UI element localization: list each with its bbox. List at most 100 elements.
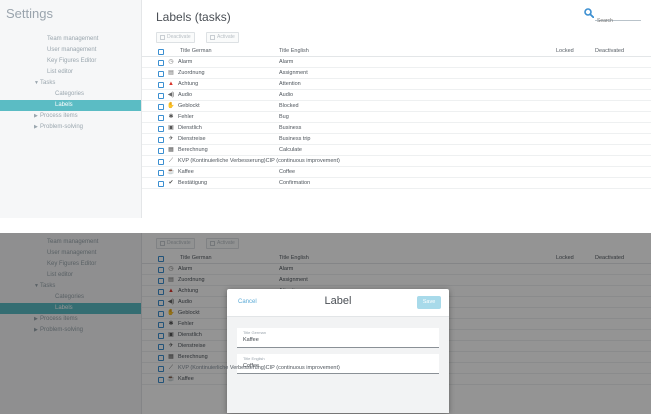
row-checkbox[interactable] (158, 126, 164, 132)
table-row[interactable]: ✱ Fehler Bug (142, 112, 651, 123)
coffee-cup-icon: ☕ (167, 169, 175, 175)
cell-title-german: Achtung (178, 81, 199, 87)
cell-title-german: KVP (Kontinuierliche Verbesserung)CIP (c… (178, 158, 340, 164)
cell-title-english: CIP (continuous improvement) (265, 158, 340, 164)
speaker-icon: ◀) (167, 92, 175, 98)
deactivate-button[interactable]: Deactivate (156, 32, 195, 43)
row-checkbox[interactable] (158, 159, 164, 165)
cell-title-english: Audio (279, 92, 294, 98)
cell-title-english: Assignment (279, 70, 308, 76)
table-row[interactable]: ⟋ KVP (Kontinuierliche Verbesserung)CIP (… (142, 156, 651, 167)
sidebar-item-label: Process items (40, 113, 78, 119)
sidebar-nav: Team management User management Key Figu… (0, 34, 141, 133)
calculator-icon: ▦ (168, 147, 174, 153)
table-row[interactable]: ◷ Alarm Alarm (142, 57, 651, 68)
row-checkbox[interactable] (158, 93, 164, 99)
cell-title-english: Alarm (279, 59, 294, 65)
table-row[interactable]: ▣ Dienstlich Business (142, 123, 651, 134)
field-label: Title English (243, 356, 265, 361)
row-checkbox[interactable] (158, 104, 164, 110)
cell-title-german: Audio (178, 92, 193, 98)
sidebar-item-user-management[interactable]: User management (0, 45, 141, 56)
activate-button[interactable]: Activate (206, 32, 239, 43)
sidebar-item-categories[interactable]: Categories (0, 89, 141, 100)
cell-title-english: Attention (279, 81, 301, 87)
cell-title-english: Business (279, 125, 302, 131)
table-row[interactable]: ✋Geblockt Blocked (142, 101, 651, 112)
search-input[interactable] (595, 15, 641, 27)
main-content: Labels (tasks) Deactivate Activate Title… (142, 0, 651, 218)
stop-hand-icon: ✋ (167, 103, 175, 109)
cell-title-german: Kaffee (178, 169, 194, 175)
column-header-locked[interactable]: Locked (556, 46, 574, 57)
select-all-checkbox[interactable] (158, 49, 164, 55)
thumbs-up-icon: ✔ (168, 180, 174, 186)
cell-title-english: Blocked (279, 103, 299, 109)
cell-title-german: Alarm (178, 59, 193, 65)
chevron-right-icon: ▶ (34, 113, 38, 119)
activate-button-label: Activate (217, 34, 235, 40)
row-checkbox[interactable] (158, 137, 164, 143)
airplane-icon: ✈ (168, 136, 174, 142)
sidebar: Settings Team management User management… (0, 0, 142, 218)
sidebar-item-label: Problem-solving (40, 124, 84, 130)
briefcase-icon: ▣ (168, 125, 174, 131)
cell-title-german: KVP (Kontinuierliche Verbesserung)CIP (c… (178, 365, 340, 371)
table-row[interactable]: ▦ Berechnung Calculate (142, 145, 651, 156)
row-checkbox[interactable] (158, 60, 164, 66)
row-checkbox[interactable] (158, 148, 164, 154)
sidebar-item-list-editor[interactable]: List editor (0, 67, 141, 78)
row-checkbox[interactable] (158, 170, 164, 176)
cell-title-german: Dienstlich (178, 125, 202, 131)
cell-title-german: Bestätigung (178, 180, 208, 186)
search-box (584, 8, 641, 27)
dialog-title: Label (324, 295, 352, 307)
cell-title-german: Berechnung (178, 147, 208, 153)
cell-title-english: CIP (continuous improvement) (265, 365, 340, 371)
settings-screen: Settings Team management User management… (0, 0, 651, 218)
cell-title-english: Coffee (279, 169, 296, 175)
sidebar-item-process-items[interactable]: ▶ Process items (0, 111, 141, 122)
table-row[interactable]: ✔ Bestätigung Confirmation (142, 178, 651, 189)
row-checkbox[interactable] (158, 181, 164, 187)
sidebar-item-label: Tasks (40, 80, 56, 86)
table-header-row: Title German Title English Locked Deactivat… (142, 46, 651, 57)
bug-icon: ✱ (168, 114, 174, 120)
deactivate-icon (160, 35, 165, 40)
search-icon[interactable] (584, 8, 594, 18)
row-checkbox[interactable] (158, 82, 164, 88)
settings-screen-dialog-state: Team management User management Key Figu… (0, 233, 651, 414)
trend-line-icon: ⟋ (168, 158, 174, 164)
save-button[interactable]: Save (417, 296, 441, 309)
table-row[interactable]: ✈ Dienstreise Business trip (142, 134, 651, 145)
cell-title-german: Geblockt (178, 103, 200, 109)
row-checkbox[interactable] (158, 71, 164, 77)
table-row[interactable]: ◀)AudioAudio (142, 90, 651, 101)
page-title: Labels (tasks) (156, 10, 231, 24)
cell-title-english: Business trip (279, 136, 311, 142)
sidebar-item-labels[interactable]: Labels (0, 100, 141, 111)
sidebar-item-team-management[interactable]: Team management (0, 34, 141, 45)
cell-title-german: Zuordnung (178, 70, 205, 76)
column-header-deactivated[interactable]: Deactivated (595, 46, 624, 57)
chevron-down-icon: ▼ (34, 80, 39, 86)
column-header-title-english[interactable]: Title English (279, 46, 309, 57)
sidebar-item-problem-solving[interactable]: ▶ Problem-solving (0, 122, 141, 133)
table-row[interactable]: ☕Kaffee Coffee (142, 167, 651, 178)
label-dialog: Cancel Label Save Title German Kaffee Ti… (227, 289, 449, 413)
chevron-right-icon: ▶ (34, 124, 38, 130)
cell-title-german: Fehler (178, 114, 194, 120)
alarm-clock-icon: ◷ (168, 59, 174, 65)
cell-title-english: Bug (279, 114, 289, 120)
title-german-field[interactable]: Title German Kaffee (237, 328, 439, 348)
labels-table: Title German Title English Locked Deactivat… (142, 46, 651, 189)
field-label: Title German (243, 330, 266, 335)
cell-title-english: Confirmation (279, 180, 311, 186)
row-checkbox[interactable] (158, 115, 164, 121)
column-header-title-german[interactable]: Title German (180, 46, 212, 57)
sidebar-item-key-figures-editor[interactable]: Key Figures Editor (0, 56, 141, 67)
sidebar-item-tasks[interactable]: ▼ Tasks (0, 78, 141, 89)
clipboard-icon: ▤ (168, 70, 174, 76)
table-row[interactable]: ▲ Achtung Attention (142, 79, 651, 90)
table-row[interactable]: ▤ Zuordnung Assignment (142, 68, 651, 79)
